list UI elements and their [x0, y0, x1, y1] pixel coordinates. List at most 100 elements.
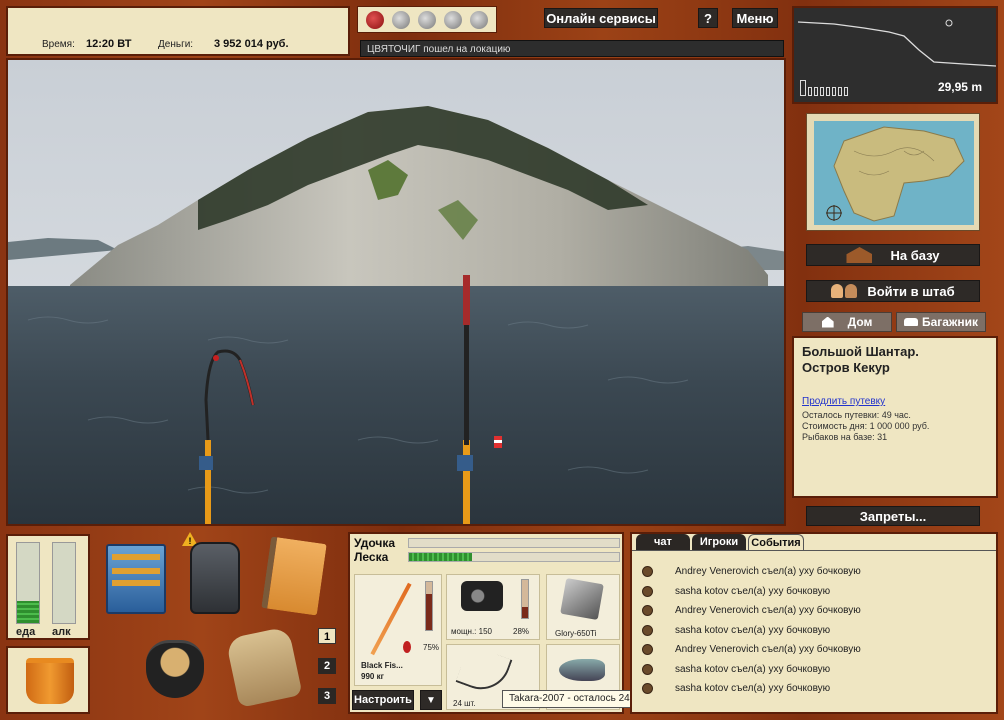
- home-icon: [821, 316, 834, 328]
- rod-name: Black Fis...: [361, 661, 403, 670]
- ukha-icon: [642, 585, 653, 597]
- food-label: еда: [16, 626, 36, 638]
- trunk-label: Багажник: [921, 315, 979, 329]
- float-icon: [403, 641, 411, 653]
- food-bar: [16, 542, 40, 624]
- needs-panel: еда алк: [6, 534, 90, 640]
- bucket-icon: [26, 658, 74, 704]
- cooking-pot-icon[interactable]: [146, 640, 204, 698]
- bait-icon[interactable]: [470, 10, 488, 29]
- configure-dropdown[interactable]: ▼: [420, 690, 442, 710]
- lure-slot[interactable]: Glory-650Ti: [546, 574, 620, 640]
- rod-label: Удочка: [354, 536, 396, 550]
- rod-slot[interactable]: 75% Black Fis... 990 кг: [354, 574, 442, 686]
- help-button[interactable]: ?: [698, 8, 718, 28]
- home-button[interactable]: Дом: [802, 312, 892, 332]
- tackle-panel: Удочка Леска 75% Black Fis... 990 кг мощ…: [348, 532, 654, 714]
- tab-chat[interactable]: чат: [636, 534, 690, 550]
- ukha-icon: [642, 624, 653, 636]
- time-label: Время:: [42, 39, 75, 50]
- bait-icon[interactable]: [444, 10, 462, 29]
- lure-name: Glory-650Ti: [555, 629, 597, 638]
- to-base-button[interactable]: На базу: [806, 244, 980, 266]
- money-label: Деньги:: [158, 39, 194, 50]
- menu-button[interactable]: Меню: [732, 8, 778, 28]
- slot-number-1[interactable]: 1: [318, 628, 336, 644]
- lure-pack-icon: [560, 577, 604, 621]
- people-icon: [831, 284, 858, 298]
- ukha-icon: [642, 565, 653, 577]
- ukha-icon: [642, 682, 653, 694]
- event-row: sasha kotov съел(а) уху бочковую: [642, 660, 830, 678]
- tab-players[interactable]: Игроки: [692, 534, 746, 550]
- location-map[interactable]: [806, 113, 980, 231]
- home-label: Дом: [847, 315, 873, 329]
- fishing-scene[interactable]: [6, 58, 786, 526]
- tab-events[interactable]: События: [748, 534, 804, 550]
- fish-icon: [559, 659, 605, 681]
- ukha-icon: [642, 604, 653, 616]
- reel-wear-bar: [521, 579, 529, 619]
- line-tension-bar: [408, 552, 620, 562]
- bait-icon[interactable]: [366, 10, 384, 29]
- bag-icon[interactable]: [225, 626, 303, 708]
- food-bar-fill: [17, 600, 39, 623]
- rod-weight: 990 кг: [361, 672, 384, 681]
- depth-bars: [800, 80, 848, 96]
- ukha-icon: [642, 663, 653, 675]
- tackle-box-icon[interactable]: [106, 544, 166, 614]
- event-row: Andrey Venerovich съел(а) уху бочковую: [642, 640, 861, 658]
- hook-count: 24 шт.: [453, 699, 476, 708]
- house-icon: [846, 247, 873, 263]
- extend-trip-link[interactable]: Продлить путевку: [802, 396, 988, 407]
- configure-button[interactable]: Настроить: [352, 690, 414, 710]
- restrictions-button[interactable]: Запреты...: [806, 506, 980, 526]
- event-row: sasha kotov съел(а) уху бочковую: [642, 582, 830, 600]
- float-percent: 75%: [423, 643, 440, 652]
- bucket-slot[interactable]: [6, 646, 90, 714]
- line-label: Леска: [354, 550, 389, 564]
- trunk-button[interactable]: Багажник: [896, 312, 986, 332]
- remaining-time: Осталось путевки: 49 час.: [802, 410, 911, 420]
- event-row: sasha kotov съел(а) уху бочковую: [642, 679, 830, 697]
- ukha-icon: [642, 643, 653, 655]
- depth-value: 29,95 m: [937, 80, 982, 94]
- bait-icon[interactable]: [418, 10, 436, 29]
- status-panel: Время: 12:20 ВТ Деньги: 3 952 014 руб.: [6, 6, 350, 56]
- slot-number-2[interactable]: 2: [318, 658, 336, 674]
- reel-slot[interactable]: мощн.: 150 28%: [446, 574, 540, 640]
- event-row: sasha kotov съел(а) уху бочковую: [642, 621, 830, 639]
- reel-icon: [461, 581, 503, 611]
- alc-label: алк: [52, 626, 71, 638]
- rod-wear-bar: [425, 581, 433, 631]
- money-value: 3 952 014 руб.: [214, 38, 289, 50]
- line-tension-fill: [409, 553, 472, 561]
- fishers-count: Рыбаков на базе: 31: [802, 432, 888, 442]
- time-value: 12:20 ВТ: [86, 38, 132, 50]
- event-row: Andrey Venerovich съел(а) уху бочковую: [642, 601, 861, 619]
- bait-icon[interactable]: [392, 10, 410, 29]
- alc-bar: [52, 542, 76, 624]
- bait-strip: [357, 6, 497, 33]
- online-services-button[interactable]: Онлайн сервисы: [544, 8, 658, 28]
- chat-panel: чат Игроки События Andrey Venerovich съе…: [630, 532, 998, 714]
- enter-hq-label: Войти в штаб: [867, 283, 955, 299]
- game-screen: Время: 12:20 ВТ Деньги: 3 952 014 руб. О…: [0, 0, 1004, 720]
- event-row: Andrey Venerovich съел(а) уху бочковую: [642, 562, 861, 580]
- to-base-label: На базу: [890, 247, 940, 263]
- backpack-icon[interactable]: [190, 542, 240, 614]
- rod-tension-bar: [408, 538, 620, 548]
- location-info: Большой Шантар. Остров Кекур Продлить пу…: [792, 336, 998, 498]
- reel-percent: 28%: [513, 627, 530, 636]
- enter-hq-button[interactable]: Войти в штаб: [806, 280, 980, 302]
- car-icon: [903, 318, 918, 326]
- location-name: Большой Шантар. Остров Кекур: [802, 344, 919, 375]
- scene-graphic: [8, 60, 784, 524]
- notebook-icon[interactable]: [261, 536, 327, 616]
- island-map-graphic: [814, 121, 974, 225]
- slot-number-3[interactable]: 3: [318, 688, 336, 704]
- reel-power: мощн.: 150: [451, 627, 492, 636]
- depth-sonar: 29,95 m: [792, 6, 998, 104]
- day-cost: Стоимость дня: 1 000 000 руб.: [802, 421, 930, 431]
- news-ticker: ЦВЯТОЧИГ пошел на локацию: [360, 40, 784, 57]
